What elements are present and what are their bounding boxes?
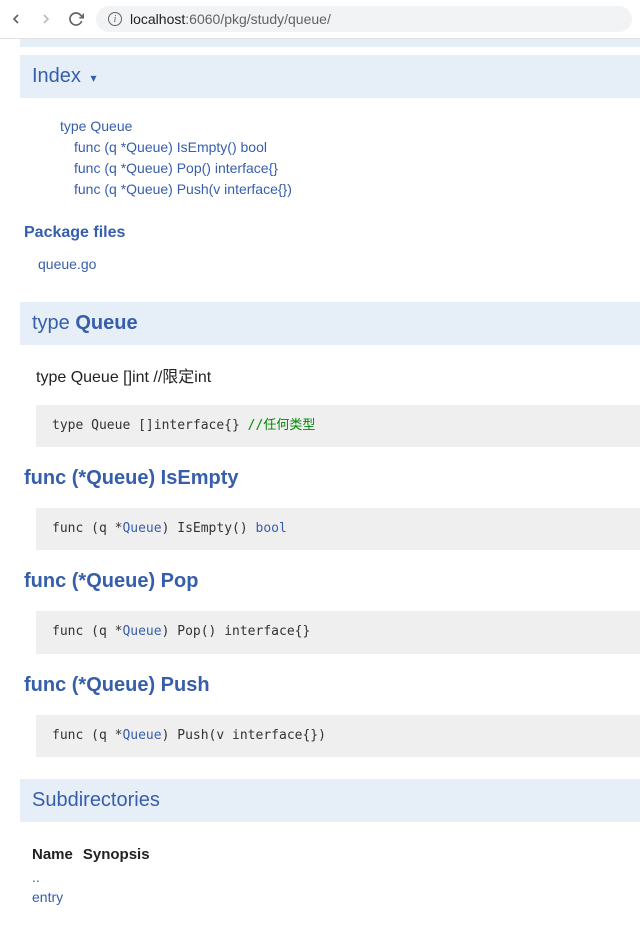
code-text: ) Push(v interface{}) xyxy=(162,728,326,743)
index-link-isempty[interactable]: func (q *Queue) IsEmpty() bool xyxy=(74,139,267,155)
type-keyword: type xyxy=(32,312,70,334)
func-pop-code: func (q *Queue) Pop() interface{} xyxy=(36,611,640,653)
func-isempty-header[interactable]: func (*Queue) IsEmpty xyxy=(0,447,640,508)
index-label: Index xyxy=(32,65,81,87)
subdir-link-parent[interactable]: .. xyxy=(32,869,40,885)
index-link-pop[interactable]: func (q *Queue) Pop() interface{} xyxy=(74,160,278,176)
subdir-synopsis xyxy=(83,867,160,887)
subdirectories-table: Name Synopsis .. entry xyxy=(0,830,640,907)
column-synopsis: Synopsis xyxy=(83,842,160,867)
code-text: func (q * xyxy=(52,521,122,536)
code-text: ) Pop() interface{} xyxy=(162,624,311,639)
type-queue-desc: type Queue []int //限定int xyxy=(0,345,640,405)
package-files-section: Package files queue.go xyxy=(0,210,640,282)
back-button[interactable] xyxy=(8,11,24,27)
site-info-icon[interactable]: i xyxy=(108,12,122,26)
nav-controls xyxy=(8,11,84,27)
reload-button[interactable] xyxy=(68,11,84,27)
code-comment: //任何类型 xyxy=(248,418,316,433)
type-queue-code: type Queue []interface{} //任何类型 xyxy=(36,405,640,447)
page-content: Index ▾ type Queue func (q *Queue) IsEmp… xyxy=(0,39,640,927)
code-text: func (q * xyxy=(52,728,122,743)
forward-button[interactable] xyxy=(38,11,54,27)
index-link-type-queue[interactable]: type Queue xyxy=(60,118,132,134)
func-push-header[interactable]: func (*Queue) Push xyxy=(0,654,640,715)
column-name: Name xyxy=(32,842,83,867)
index-list: type Queue func (q *Queue) IsEmpty() boo… xyxy=(0,106,640,210)
code-text: func (q * xyxy=(52,624,122,639)
func-pop-header[interactable]: func (*Queue) Pop xyxy=(0,550,640,611)
type-queue-header[interactable]: type Queue xyxy=(20,302,640,345)
code-type-link[interactable]: Queue xyxy=(122,624,161,639)
table-row: .. xyxy=(32,867,160,887)
subdir-synopsis xyxy=(83,887,160,907)
address-bar[interactable]: i localhost:6060/pkg/study/queue/ xyxy=(96,6,632,32)
table-row: entry xyxy=(32,887,160,907)
overview-section-partial xyxy=(20,39,640,47)
package-file-link[interactable]: queue.go xyxy=(38,256,96,272)
index-link-push[interactable]: func (q *Queue) Push(v interface{}) xyxy=(74,181,292,197)
func-push-code: func (q *Queue) Push(v interface{}) xyxy=(36,715,640,757)
type-name: Queue xyxy=(75,312,137,334)
subdirectories-header: Subdirectories xyxy=(20,779,640,822)
subdir-link-entry[interactable]: entry xyxy=(32,889,63,905)
code-return-link[interactable]: bool xyxy=(256,521,287,536)
index-section-header[interactable]: Index ▾ xyxy=(20,55,640,98)
func-isempty-code: func (q *Queue) IsEmpty() bool xyxy=(36,508,640,550)
url-host: localhost xyxy=(130,11,185,27)
url-path: /pkg/study/queue/ xyxy=(220,11,331,27)
code-text: ) IsEmpty() xyxy=(162,521,256,536)
code-type-link[interactable]: Queue xyxy=(122,728,161,743)
code-text: type Queue []interface{} xyxy=(52,418,248,433)
browser-toolbar: i localhost:6060/pkg/study/queue/ xyxy=(0,0,640,39)
package-files-title: Package files xyxy=(24,224,640,242)
url-port: :6060 xyxy=(185,11,220,27)
table-header-row: Name Synopsis xyxy=(32,842,160,867)
code-type-link[interactable]: Queue xyxy=(122,521,161,536)
url-text: localhost:6060/pkg/study/queue/ xyxy=(130,11,331,27)
chevron-down-icon: ▾ xyxy=(91,71,97,85)
